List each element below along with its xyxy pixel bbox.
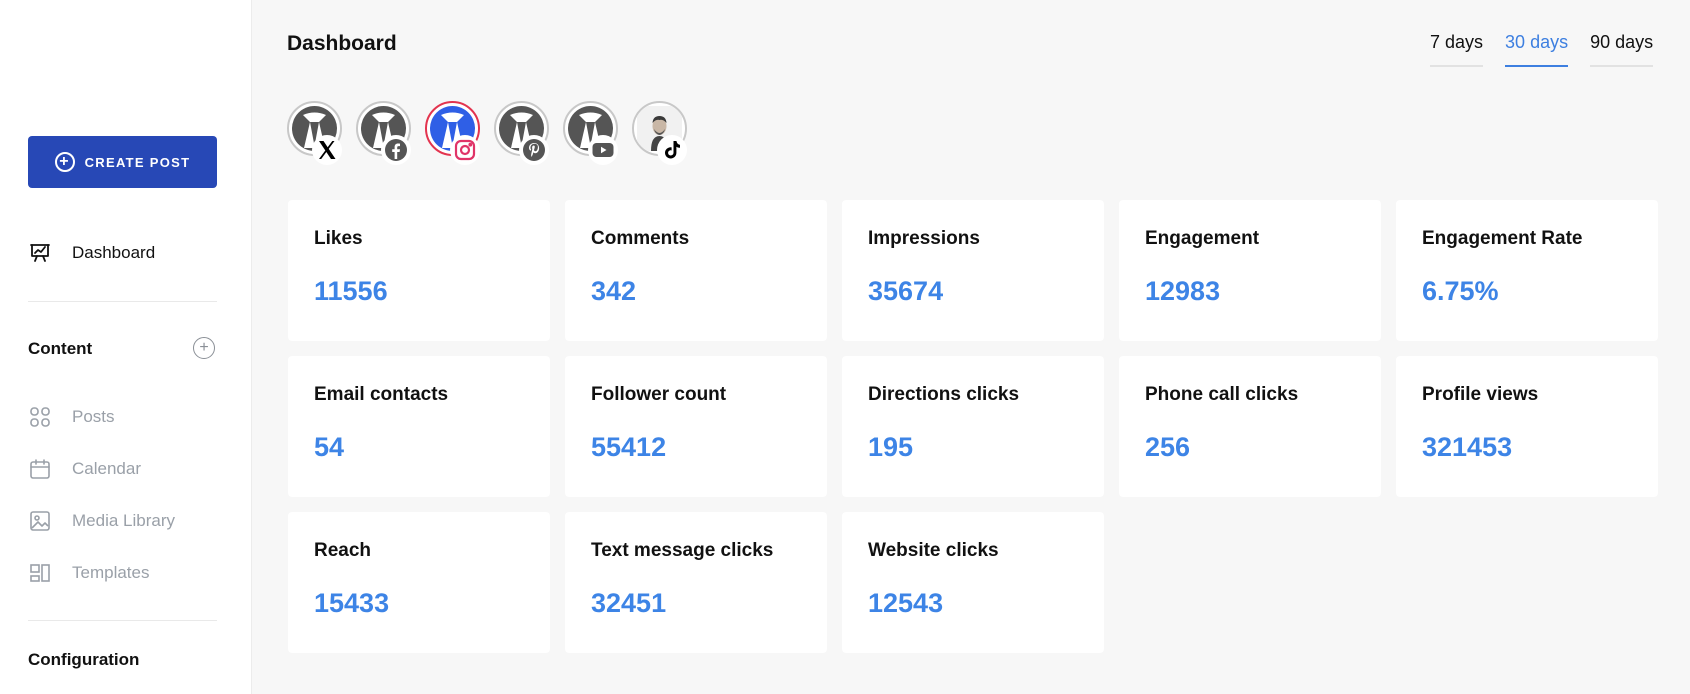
- tiktok-icon: [657, 135, 687, 165]
- date-range-tabs: 7 days 30 days 90 days: [1430, 32, 1654, 67]
- sidebar-item-label: Posts: [72, 407, 115, 426]
- metric-value: 55412: [591, 432, 667, 462]
- tab-7-days[interactable]: 7 days: [1430, 32, 1484, 67]
- metric-label: Follower count: [591, 384, 727, 405]
- sidebar: + CREATE POST Dashboard Content + Posts …: [0, 0, 252, 694]
- configuration-section-title: Configuration: [28, 650, 140, 669]
- metric-label: Profile views: [1422, 384, 1539, 405]
- content-section-title: Content: [28, 339, 93, 358]
- metrics-grid: Likes 11556 Comments 342 Impressions 356…: [288, 200, 1658, 653]
- sidebar-item-media-library[interactable]: Media Library: [28, 509, 175, 533]
- sidebar-item-label: Dashboard: [72, 243, 156, 262]
- calendar-icon: [30, 459, 50, 479]
- page-title: Dashboard: [287, 32, 397, 55]
- metric-value: 12543: [868, 588, 944, 618]
- templates-icon: [30, 564, 50, 582]
- sidebar-item-calendar[interactable]: Calendar: [28, 457, 141, 481]
- create-post-label: CREATE POST: [84, 154, 191, 170]
- account-pinterest[interactable]: [494, 101, 549, 165]
- sidebar-item-label: Calendar: [72, 459, 141, 478]
- metric-value: 342: [591, 276, 637, 306]
- metric-card-website-clicks: Website clicks 12543: [842, 512, 1104, 653]
- metric-label: Engagement Rate: [1422, 228, 1583, 249]
- sidebar-item-templates[interactable]: Templates: [28, 561, 149, 585]
- sidebar-item-label: Media Library: [72, 511, 175, 530]
- metric-label: Text message clicks: [591, 540, 774, 561]
- metric-card-impressions: Impressions 35674: [842, 200, 1104, 341]
- metric-label: Comments: [591, 228, 690, 249]
- metric-card-text-message-clicks: Text message clicks 32451: [565, 512, 827, 653]
- metric-card-comments: Comments 342: [565, 200, 827, 341]
- metric-value: 15433: [314, 588, 390, 618]
- metric-label: Reach: [314, 540, 372, 561]
- metric-label: Directions clicks: [868, 384, 1020, 405]
- create-post-button[interactable]: + CREATE POST: [28, 136, 217, 188]
- grid-icon: [30, 407, 50, 427]
- metric-value: 321453: [1422, 432, 1513, 462]
- metric-value: 32451: [591, 588, 667, 618]
- metric-card-likes: Likes 11556: [288, 200, 550, 341]
- account-instagram[interactable]: [425, 101, 480, 165]
- metric-card-phone-call-clicks: Phone call clicks 256: [1119, 356, 1381, 497]
- divider: [28, 301, 217, 302]
- metric-card-engagement-rate: Engagement Rate 6.75%: [1396, 200, 1658, 341]
- metric-label: Engagement: [1145, 228, 1260, 249]
- youtube-icon: [588, 135, 618, 165]
- image-icon: [30, 511, 50, 531]
- metric-card-follower-count: Follower count 55412: [565, 356, 827, 497]
- metric-value: 256: [1145, 432, 1191, 462]
- metric-value: 11556: [314, 276, 388, 306]
- plus-circle-icon: +: [54, 152, 75, 172]
- account-facebook[interactable]: [356, 101, 411, 165]
- add-content-icon[interactable]: +: [193, 337, 215, 359]
- x-logo-icon: [312, 135, 342, 165]
- account-selector: [287, 101, 687, 165]
- metric-label: Email contacts: [314, 384, 449, 405]
- metric-card-reach: Reach 15433: [288, 512, 550, 653]
- metric-value: 195: [868, 432, 914, 462]
- metric-value: 54: [314, 432, 345, 462]
- metric-card-email-contacts: Email contacts 54: [288, 356, 550, 497]
- account-youtube[interactable]: [563, 101, 618, 165]
- metric-card-profile-views: Profile views 321453: [1396, 356, 1658, 497]
- presentation-chart-icon: [30, 244, 50, 262]
- instagram-icon: [450, 135, 480, 165]
- metric-card-directions-clicks: Directions clicks 195: [842, 356, 1104, 497]
- sidebar-item-label: Templates: [72, 563, 150, 582]
- pinterest-icon: [519, 135, 549, 165]
- tab-30-days[interactable]: 30 days: [1505, 32, 1569, 67]
- metric-label: Website clicks: [868, 540, 999, 561]
- metric-value: 6.75%: [1422, 276, 1499, 306]
- metric-label: Impressions: [868, 228, 980, 249]
- metric-label: Phone call clicks: [1145, 384, 1299, 405]
- metric-card-engagement: Engagement 12983: [1119, 200, 1381, 341]
- metric-label: Likes: [314, 228, 363, 249]
- sidebar-item-dashboard[interactable]: Dashboard: [28, 241, 155, 265]
- tab-90-days[interactable]: 90 days: [1590, 32, 1654, 67]
- divider: [28, 620, 217, 621]
- facebook-icon: [381, 135, 411, 165]
- sidebar-item-posts[interactable]: Posts: [28, 405, 115, 429]
- metric-value: 12983: [1145, 276, 1221, 306]
- account-tiktok[interactable]: [632, 101, 687, 165]
- metric-value: 35674: [868, 276, 944, 306]
- account-x[interactable]: [287, 101, 342, 165]
